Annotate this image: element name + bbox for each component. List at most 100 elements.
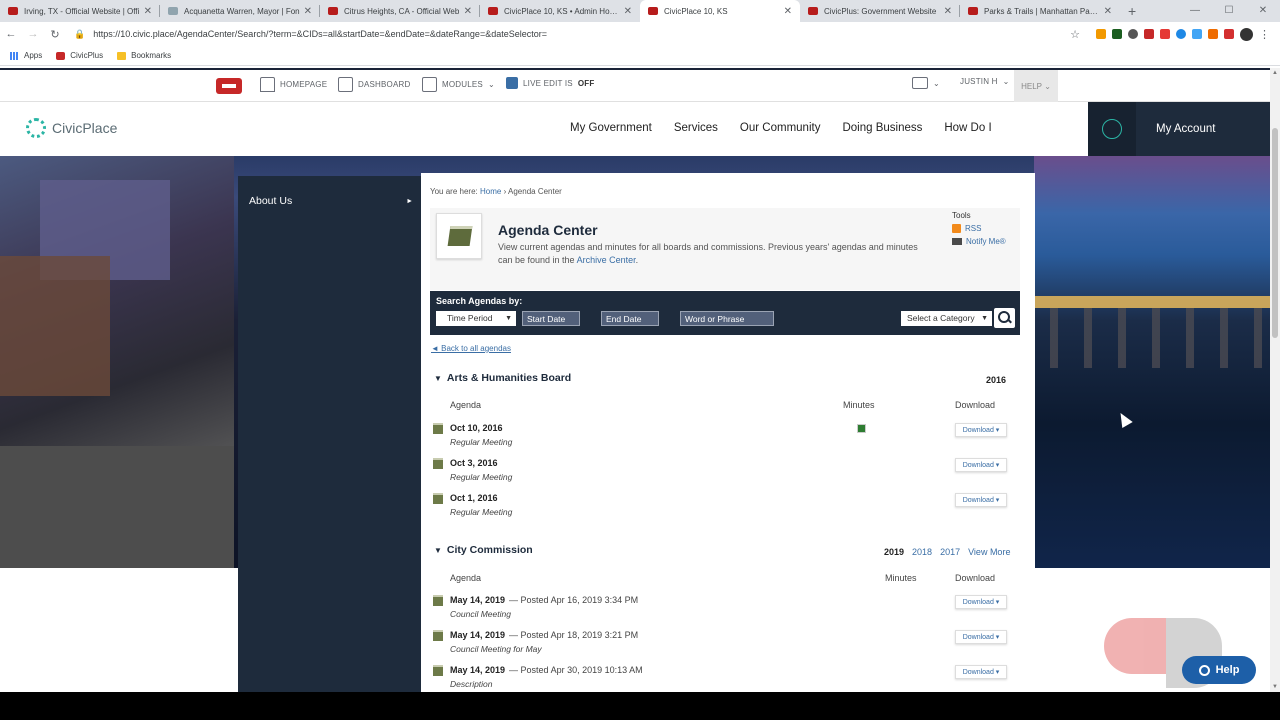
category-select[interactable]: Select a Category ▼	[901, 311, 992, 326]
nav-my-government[interactable]: My Government	[570, 122, 652, 134]
nav-our-community[interactable]: Our Community	[740, 122, 821, 134]
notify-me-link[interactable]: Notify Me®	[952, 237, 1006, 246]
archive-center-link[interactable]: Archive Center	[577, 255, 636, 265]
extension-icon[interactable]	[1128, 29, 1138, 39]
year-current[interactable]: 2019	[884, 547, 904, 557]
messages-menu[interactable]: ⌄	[912, 77, 940, 89]
download-button[interactable]: Download ▾	[955, 458, 1007, 472]
start-date-input[interactable]: Start Date	[522, 311, 580, 326]
agenda-date-link[interactable]: Oct 10, 2016	[450, 423, 503, 433]
document-icon	[433, 630, 443, 641]
bookmark-folder[interactable]: Bookmarks	[117, 51, 171, 60]
help-widget-button[interactable]: Help	[1182, 656, 1256, 684]
url-input[interactable]: 🔒 https://10.civic.place/AgendaCenter/Se…	[74, 24, 1034, 44]
agenda-date-link[interactable]: May 14, 2019— Posted Apr 16, 2019 3:34 P…	[450, 595, 638, 605]
favicon-icon	[648, 7, 658, 15]
tab-title: Acquanetta Warren, Mayor | Fon	[184, 6, 300, 16]
maximize-icon[interactable]: ☐	[1212, 0, 1246, 22]
close-window-icon[interactable]: ✕	[1246, 0, 1280, 22]
user-name: JUSTIN H	[960, 77, 998, 86]
document-icon	[433, 595, 443, 606]
rss-link[interactable]: RSS	[952, 224, 1006, 233]
agenda-date-link[interactable]: Oct 1, 2016	[450, 493, 498, 503]
close-icon[interactable]: ✕	[944, 6, 952, 17]
browser-tab[interactable]: Parks & Trails | Manhattan Parks ✕	[960, 0, 1120, 22]
view-more-link[interactable]: View More	[968, 547, 1010, 557]
browser-tab[interactable]: Irving, TX - Official Website | Offi ✕	[0, 0, 160, 22]
browser-tab[interactable]: CivicPlus: Government Website ✕	[800, 0, 960, 22]
bookmark-civicplus[interactable]: CivicPlus	[56, 51, 103, 60]
extension-icon[interactable]	[1144, 29, 1154, 39]
star-icon[interactable]: ☆	[1070, 28, 1080, 41]
close-icon[interactable]: ✕	[304, 6, 312, 17]
nav-services[interactable]: Services	[674, 122, 718, 134]
profile-avatar[interactable]	[1240, 27, 1253, 41]
bookmark-label: Apps	[24, 51, 43, 60]
download-button[interactable]: Download ▾	[955, 493, 1007, 507]
time-period-select[interactable]: Time Period ▼	[436, 311, 516, 326]
modules-menu[interactable]: MODULES ⌄	[422, 77, 495, 92]
homepage-link[interactable]: HOMEPAGE	[260, 77, 327, 92]
download-button[interactable]: Download ▾	[955, 665, 1007, 679]
breadcrumb-home-link[interactable]: Home	[480, 187, 501, 196]
extension-icon[interactable]	[1208, 29, 1218, 39]
browser-tab[interactable]: CivicPlace 10, KS • Admin Home ✕	[480, 0, 640, 22]
extension-icon[interactable]	[1176, 29, 1186, 39]
scrollbar-thumb[interactable]	[1272, 128, 1278, 338]
extension-icon[interactable]	[1224, 29, 1234, 39]
agenda-date-link[interactable]: May 14, 2019— Posted Apr 18, 2019 3:21 P…	[450, 630, 638, 640]
minimize-icon[interactable]: —	[1178, 0, 1212, 22]
word-phrase-input[interactable]: Word or Phrase	[680, 311, 774, 326]
nav-doing-business[interactable]: Doing Business	[842, 122, 922, 134]
close-icon[interactable]: ✕	[464, 6, 472, 17]
back-arrow-icon[interactable]: ←	[0, 28, 22, 40]
my-account-button[interactable]: My Account	[1088, 102, 1270, 156]
minutes-file-icon[interactable]	[857, 424, 866, 433]
user-menu[interactable]: JUSTIN H ⌄	[960, 77, 1010, 86]
close-icon[interactable]: ✕	[624, 6, 632, 17]
end-date-input[interactable]: End Date	[601, 311, 659, 326]
dashboard-link[interactable]: DASHBOARD	[338, 77, 410, 92]
extension-icon[interactable]	[1160, 29, 1170, 39]
year-current[interactable]: 2016	[986, 375, 1006, 385]
section-city-commission[interactable]: ▼ City Commission	[434, 544, 533, 556]
scroll-up-arrow-icon[interactable]: ▲	[1270, 70, 1280, 76]
nav-how-do-i[interactable]: How Do I	[944, 122, 991, 134]
year-link[interactable]: 2017	[940, 547, 960, 557]
taskbar	[0, 692, 1280, 720]
close-icon[interactable]: ✕	[1104, 6, 1112, 17]
close-icon[interactable]: ✕	[784, 6, 792, 17]
extension-icon[interactable]	[1096, 29, 1106, 39]
site-logo[interactable]: CivicPlace	[26, 118, 117, 138]
forward-arrow-icon[interactable]: →	[22, 28, 44, 40]
page-scrollbar[interactable]: ▲ ▼	[1270, 68, 1280, 692]
download-button[interactable]: Download ▾	[955, 630, 1007, 644]
reload-icon[interactable]: ↻	[44, 28, 66, 41]
bookmark-apps[interactable]: Apps	[10, 51, 42, 60]
extension-icon[interactable]	[1112, 29, 1122, 39]
agenda-date-link[interactable]: Oct 3, 2016	[450, 458, 498, 468]
category-value: Select a Category	[907, 313, 975, 323]
close-icon[interactable]: ✕	[144, 6, 152, 17]
section-arts-humanities[interactable]: ▼ Arts & Humanities Board	[434, 372, 571, 384]
scroll-down-arrow-icon[interactable]: ▼	[1270, 684, 1280, 690]
live-edit-toggle[interactable]: LIVE EDIT IS OFF	[506, 77, 594, 89]
sidebar-item-about-us[interactable]: About Us ►	[238, 192, 421, 210]
admin-help-menu[interactable]: HELP ⌄	[1014, 70, 1058, 103]
download-button[interactable]: Download ▾	[955, 423, 1007, 437]
agenda-date-link[interactable]: May 14, 2019— Posted Apr 30, 2019 10:13 …	[450, 665, 643, 675]
menu-dots-icon[interactable]: ⋮	[1259, 28, 1270, 41]
search-button[interactable]	[994, 308, 1015, 328]
browser-tab-active[interactable]: CivicPlace 10, KS ✕	[640, 0, 800, 22]
collapse-triangle-icon: ▼	[434, 374, 442, 383]
back-to-all-agendas-link[interactable]: ◄ Back to all agendas	[431, 344, 511, 353]
civicplus-logo[interactable]	[216, 78, 242, 94]
browser-tab[interactable]: Citrus Heights, CA - Official Web ✕	[320, 0, 480, 22]
browser-tab[interactable]: Acquanetta Warren, Mayor | Fon ✕	[160, 0, 320, 22]
chevron-down-icon: ⌄	[933, 78, 940, 88]
new-tab-button[interactable]: +	[1120, 0, 1144, 22]
download-button[interactable]: Download ▾	[955, 595, 1007, 609]
extension-icon[interactable]	[1192, 29, 1202, 39]
year-link[interactable]: 2018	[912, 547, 932, 557]
meeting-type: Regular Meeting	[450, 472, 513, 482]
